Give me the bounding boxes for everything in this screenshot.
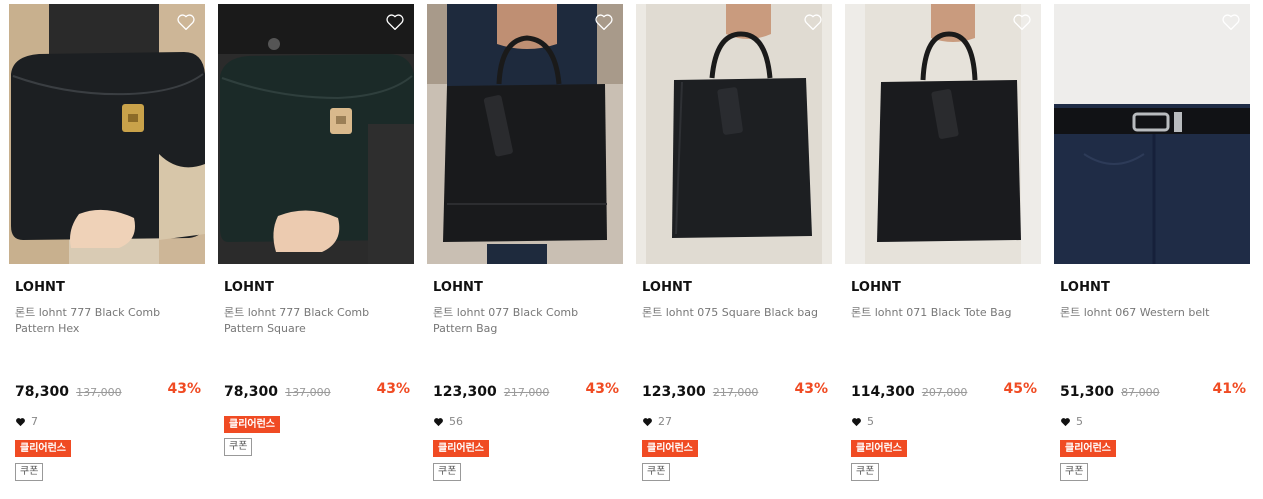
wishlist-heart-icon[interactable] <box>176 13 196 31</box>
coupon-badge: 쿠폰 <box>15 463 44 481</box>
discount-rate: 43% <box>167 381 201 397</box>
original-price: 137,000 <box>76 386 122 399</box>
product-name[interactable]: 론트 lohnt 071 Black Tote Bag <box>851 305 1039 321</box>
discount-rate: 41% <box>1212 381 1246 397</box>
product-card[interactable]: LOHNT 론트 lohnt 071 Black Tote Bag 114,30… <box>845 4 1041 494</box>
clearance-badge: 클리어런스 <box>433 440 489 457</box>
product-name[interactable]: 론트 lohnt 077 Black Comb Pattern Bag <box>433 305 621 337</box>
price-row: 51,300 87,000 41% <box>1060 381 1246 401</box>
brand-name[interactable]: LOHNT <box>15 280 65 295</box>
sale-price: 78,300 <box>15 384 70 400</box>
heart-filled-icon <box>852 417 861 426</box>
heart-filled-icon <box>16 417 25 426</box>
coupon-badge: 쿠폰 <box>433 463 462 481</box>
product-card[interactable]: LOHNT 론트 lohnt 075 Square Black bag 123,… <box>636 4 832 494</box>
coupon-badge: 쿠폰 <box>851 463 880 481</box>
brand-name[interactable]: LOHNT <box>433 280 483 295</box>
like-count: 7 <box>15 415 38 428</box>
product-image[interactable] <box>1054 4 1250 264</box>
clearance-badge: 클리어런스 <box>15 440 71 457</box>
product-card[interactable]: LOHNT 론트 lohnt 067 Western belt 51,300 8… <box>1054 4 1250 494</box>
coupon-badge: 쿠폰 <box>224 438 253 456</box>
discount-rate: 43% <box>585 381 619 397</box>
product-name[interactable]: 론트 lohnt 777 Black Comb Pattern Hex <box>15 305 203 337</box>
product-image[interactable] <box>845 4 1041 264</box>
original-price: 207,000 <box>921 386 968 399</box>
clearance-badge: 클리어런스 <box>224 416 280 433</box>
like-count-value: 7 <box>31 415 38 428</box>
clearance-badge: 클리어런스 <box>851 440 907 457</box>
product-image[interactable] <box>427 4 623 264</box>
original-price: 137,000 <box>285 386 331 399</box>
sale-price: 114,300 <box>851 384 915 400</box>
wishlist-heart-icon[interactable] <box>1012 13 1032 31</box>
brand-name[interactable]: LOHNT <box>642 280 692 295</box>
like-count: 5 <box>1060 415 1083 428</box>
product-card[interactable]: LOHNT 론트 lohnt 077 Black Comb Pattern Ba… <box>427 4 623 494</box>
wishlist-heart-icon[interactable] <box>803 13 823 31</box>
coupon-badge: 쿠폰 <box>642 463 671 481</box>
discount-rate: 45% <box>1003 381 1037 397</box>
wishlist-heart-icon[interactable] <box>594 13 614 31</box>
product-image[interactable] <box>218 4 414 264</box>
wishlist-heart-icon[interactable] <box>385 13 405 31</box>
like-count: 56 <box>433 415 463 428</box>
wishlist-heart-icon[interactable] <box>1221 13 1241 31</box>
price-row: 123,300 217,000 43% <box>433 381 619 401</box>
original-price: 217,000 <box>712 386 759 399</box>
sale-price: 123,300 <box>642 384 706 400</box>
like-count-value: 27 <box>658 415 672 428</box>
like-count-value: 5 <box>1076 415 1083 428</box>
original-price: 87,000 <box>1121 386 1160 399</box>
sale-price: 51,300 <box>1060 384 1115 400</box>
like-count-value: 5 <box>867 415 874 428</box>
discount-rate: 43% <box>794 381 828 397</box>
heart-filled-icon <box>434 417 443 426</box>
product-card[interactable]: LOHNT 론트 lohnt 777 Black Comb Pattern He… <box>9 4 205 494</box>
price-row: 78,300 137,000 43% <box>224 381 410 401</box>
sale-price: 123,300 <box>433 384 497 400</box>
heart-filled-icon <box>643 417 652 426</box>
clearance-badge: 클리어런스 <box>642 440 698 457</box>
discount-rate: 43% <box>376 381 410 397</box>
coupon-badge: 쿠폰 <box>1060 463 1089 481</box>
like-count-value: 56 <box>449 415 463 428</box>
price-row: 78,300 137,000 43% <box>15 381 201 401</box>
product-image[interactable] <box>9 4 205 264</box>
like-count: 27 <box>642 415 672 428</box>
clearance-badge: 클리어런스 <box>1060 440 1116 457</box>
product-card[interactable]: LOHNT 론트 lohnt 777 Black Comb Pattern Sq… <box>218 4 414 494</box>
sale-price: 78,300 <box>224 384 279 400</box>
heart-filled-icon <box>1061 417 1070 426</box>
brand-name[interactable]: LOHNT <box>224 280 274 295</box>
product-name[interactable]: 론트 lohnt 067 Western belt <box>1060 305 1248 321</box>
price-row: 114,300 207,000 45% <box>851 381 1037 401</box>
product-name[interactable]: 론트 lohnt 075 Square Black bag <box>642 305 830 321</box>
like-count: 5 <box>851 415 874 428</box>
brand-name[interactable]: LOHNT <box>851 280 901 295</box>
original-price: 217,000 <box>503 386 550 399</box>
product-name[interactable]: 론트 lohnt 777 Black Comb Pattern Square <box>224 305 412 337</box>
product-grid: LOHNT 론트 lohnt 777 Black Comb Pattern He… <box>0 0 1263 499</box>
price-row: 123,300 217,000 43% <box>642 381 828 401</box>
brand-name[interactable]: LOHNT <box>1060 280 1110 295</box>
product-image[interactable] <box>636 4 832 264</box>
